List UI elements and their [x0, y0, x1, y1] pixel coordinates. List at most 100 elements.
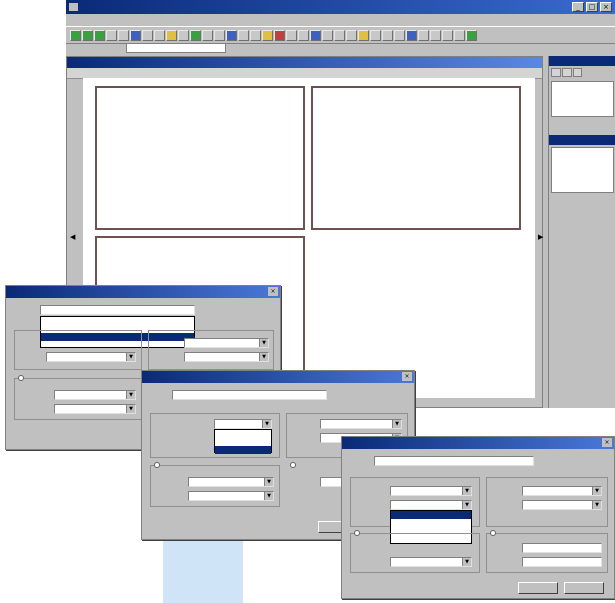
chevron-down-icon[interactable]: ▼	[259, 353, 268, 361]
layout-frame-top-right[interactable]	[311, 86, 521, 230]
toolbar-button[interactable]	[454, 29, 465, 41]
toolbar-button[interactable]	[406, 29, 417, 41]
value-field[interactable]: ▼	[184, 338, 269, 348]
toolbar-button[interactable]	[262, 29, 273, 41]
toolbar-button[interactable]	[142, 29, 153, 41]
value-field[interactable]: ▼	[184, 352, 269, 362]
panel-tab[interactable]	[572, 68, 583, 77]
toolbar-combo-field[interactable]	[126, 43, 226, 53]
toolbar-button[interactable]	[286, 29, 297, 41]
name-input[interactable]	[374, 456, 534, 466]
toolbar-button[interactable]	[238, 29, 249, 41]
type-dropdown-list[interactable]	[214, 429, 272, 454]
value-field[interactable]	[522, 557, 602, 567]
maximize-icon[interactable]: □	[586, 2, 598, 12]
panel-list-box[interactable]	[551, 147, 614, 193]
option-radio[interactable]	[18, 375, 24, 381]
type-select[interactable]: ▼	[390, 486, 472, 496]
close-icon[interactable]: ×	[268, 287, 278, 296]
toolbar-button[interactable]	[250, 29, 261, 41]
ok-button[interactable]	[518, 582, 558, 594]
option-radio[interactable]	[290, 462, 296, 468]
toolbar-button[interactable]	[214, 29, 225, 41]
chevron-down-icon[interactable]: ▼	[262, 420, 271, 428]
value-field[interactable]: ▼	[54, 390, 136, 400]
dropdown-option[interactable]	[215, 438, 271, 446]
toolbar-button[interactable]	[118, 29, 129, 41]
toolbar-button[interactable]	[430, 29, 441, 41]
layout-frame-top-left[interactable]	[95, 86, 305, 230]
panel-tab[interactable]	[561, 68, 572, 77]
chevron-down-icon[interactable]: ▼	[592, 501, 601, 509]
dropdown-option[interactable]	[41, 317, 194, 325]
toolbar-button[interactable]	[226, 29, 237, 41]
toolbar-button[interactable]	[346, 29, 357, 41]
toolbar-button[interactable]	[418, 29, 429, 41]
close-icon[interactable]: ×	[602, 438, 612, 447]
toolbar-button[interactable]	[358, 29, 369, 41]
toolbar-button[interactable]	[166, 29, 177, 41]
toolbar-button[interactable]	[382, 29, 393, 41]
value-field[interactable]: ▼	[390, 557, 472, 567]
toolbar-button[interactable]	[334, 29, 345, 41]
toolbar-button[interactable]	[202, 29, 213, 41]
toolbar-button[interactable]	[94, 29, 105, 41]
close-icon[interactable]: ×	[402, 372, 412, 381]
minimize-icon[interactable]: _	[572, 2, 584, 12]
value-field[interactable]: ▼	[320, 419, 402, 429]
scroll-right-icon[interactable]: ▶	[538, 233, 543, 241]
dropdown-option-selected[interactable]	[391, 511, 471, 519]
toolbar-button[interactable]	[130, 29, 141, 41]
chevron-down-icon[interactable]: ▼	[264, 478, 273, 486]
chevron-down-icon[interactable]: ▼	[126, 391, 135, 399]
toolbar-button[interactable]	[106, 29, 117, 41]
value-field[interactable]: ▼	[46, 352, 136, 362]
group-box	[14, 330, 142, 370]
group-box	[350, 533, 480, 573]
value-field[interactable]: ▼	[390, 500, 472, 510]
panel-tab[interactable]	[551, 68, 561, 77]
type-select[interactable]: ▼	[214, 419, 272, 429]
toolbar-button[interactable]	[466, 29, 477, 41]
option-radio[interactable]	[154, 462, 160, 468]
toolbar-button[interactable]	[442, 29, 453, 41]
value-field[interactable]: ▼	[188, 477, 274, 487]
chevron-down-icon[interactable]: ▼	[126, 353, 135, 361]
cancel-button[interactable]	[564, 582, 604, 594]
name-input[interactable]	[172, 390, 327, 400]
toolbar-button[interactable]	[310, 29, 321, 41]
dropdown-option[interactable]	[391, 519, 471, 527]
chevron-down-icon[interactable]: ▼	[392, 420, 401, 428]
chevron-down-icon[interactable]: ▼	[259, 339, 268, 347]
toolbar-button[interactable]	[394, 29, 405, 41]
dialog-title-bar: ×	[142, 371, 414, 383]
option-radio[interactable]	[354, 530, 360, 536]
toolbar-button[interactable]	[298, 29, 309, 41]
toolbar-button[interactable]	[190, 29, 201, 41]
scroll-left-icon[interactable]: ◀	[70, 233, 75, 241]
value-field[interactable]: ▼	[522, 486, 602, 496]
chevron-down-icon[interactable]: ▼	[592, 487, 601, 495]
dropdown-option-selected[interactable]	[215, 446, 271, 454]
toolbar-button[interactable]	[82, 29, 93, 41]
value-field[interactable]: ▼	[522, 500, 602, 510]
chevron-down-icon[interactable]: ▼	[462, 558, 471, 566]
toolbar-button[interactable]	[274, 29, 285, 41]
toolbar-button[interactable]	[370, 29, 381, 41]
chevron-down-icon[interactable]: ▼	[264, 492, 273, 500]
value-field[interactable]: ▼	[188, 491, 274, 501]
chevron-down-icon[interactable]: ▼	[462, 501, 471, 509]
toolbar-button[interactable]	[154, 29, 165, 41]
frame-settings-dialog-3: × ▼ ▼ ▼ ▼ ▼	[341, 436, 615, 599]
option-radio[interactable]	[490, 530, 496, 536]
toolbar-button[interactable]	[70, 29, 81, 41]
chevron-down-icon[interactable]: ▼	[462, 487, 471, 495]
toolbar-button[interactable]	[322, 29, 333, 41]
close-icon[interactable]: ×	[600, 2, 612, 12]
toolbar-button[interactable]	[178, 29, 189, 41]
value-field[interactable]	[522, 543, 602, 553]
chevron-down-icon[interactable]: ▼	[126, 405, 135, 413]
dropdown-option[interactable]	[215, 430, 271, 438]
name-input[interactable]	[40, 305, 195, 315]
value-field[interactable]: ▼	[54, 404, 136, 414]
